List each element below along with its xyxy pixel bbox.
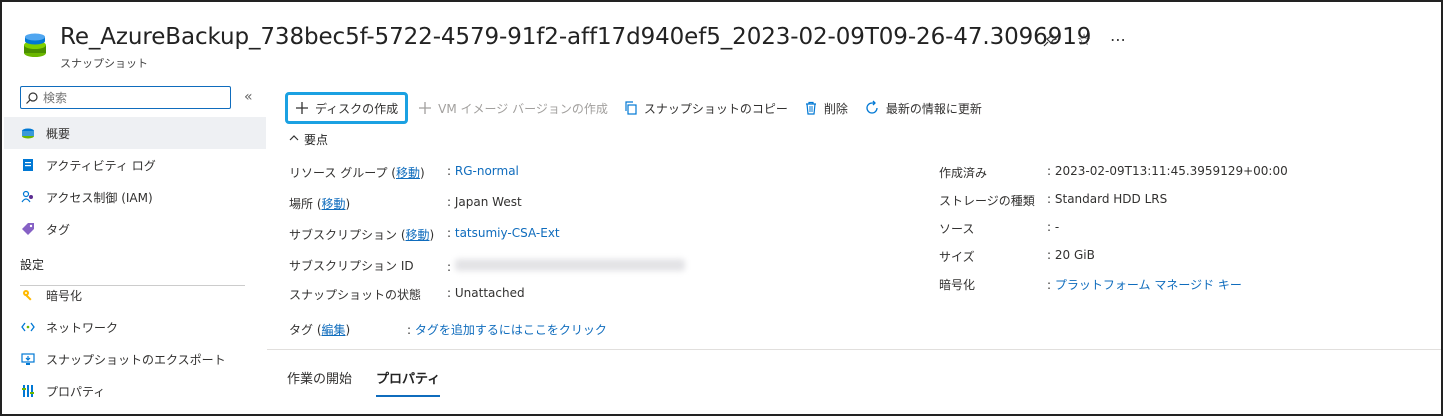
sidebar-item-label: ネットワーク [46,320,119,335]
created-value: 2023-02-09T13:11:45.3959129+00:00 [1054,164,1288,178]
sidebar-item-overview[interactable]: 概要 [4,117,266,149]
create-vm-image-label: VM イメージ バージョンの作成 [438,101,608,116]
network-icon [20,319,36,335]
delete-button[interactable]: 削除 [798,92,854,124]
encryption-row: 暗号化 : プラットフォーム マネージド キー [939,278,1242,292]
snapshot-resource-icon [21,33,49,61]
move-link[interactable]: 移動 [396,166,420,180]
sidebar-nav: 概要 アクティビティ ログ アクセス制御 (IAM) タグ 設定 暗号化 ネット… [4,117,266,407]
search-input[interactable] [43,90,213,105]
encryption-value[interactable]: プラットフォーム マネージド キー [1055,278,1242,292]
source-row: ソース : - [939,220,1060,236]
subscription-label: サブスクリプション (移動) [289,228,435,242]
move-link[interactable]: 移動 [406,228,430,242]
trash-icon [804,101,818,115]
sidebar-item-encryption[interactable]: 暗号化 [4,279,266,311]
copy-snapshot-label: スナップショットのコピー [643,101,788,116]
sidebar-item-label: スナップショットのエクスポート [46,352,226,367]
portal-frame: Re_AzureBackup_738bec5f-5722-4579-91f2-a… [0,0,1443,416]
subscription-id-row: サブスクリプション ID : [289,257,685,274]
sidebar-item-export-snapshot[interactable]: スナップショットのエクスポート [4,343,266,375]
size-value: 20 GiB [1054,248,1095,262]
create-vm-image-version-button[interactable]: VM イメージ バージョンの作成 [412,92,614,124]
resource-group-value[interactable]: RG-normal [455,164,519,178]
search-icon [26,91,38,104]
pin-icon[interactable] [1042,32,1058,47]
sidebar-item-label: 概要 [46,126,71,141]
tab-get-started[interactable]: 作業の開始 [287,368,352,397]
properties-icon [20,383,36,399]
iam-icon [20,189,36,205]
chevron-up-icon [289,133,299,146]
copy-snapshot-button[interactable]: スナップショットのコピー [618,92,794,124]
add-tags-link[interactable]: タグを追加するにはここをクリック [415,323,607,337]
sidebar-item-label: 暗号化 [46,288,83,303]
created-label: 作成済み [939,166,988,180]
encryption-label: 暗号化 [939,278,976,292]
size-label: サイズ [939,250,975,264]
sidebar-divider [20,285,245,286]
tag-icon [20,221,36,237]
subscription-row: サブスクリプション (移動) : tatsumiy-CSA-Ext [289,226,560,242]
sidebar-item-label: アクティビティ ログ [46,158,156,173]
subscription-id-redacted [454,259,685,271]
sidebar-item-label: タグ [46,222,71,237]
create-disk-button[interactable]: ディスクの作成 [285,92,409,124]
storage-type-value: Standard HDD LRS [1054,192,1168,206]
snapshot-state-row: スナップショットの状態 : Unattached [289,286,525,302]
move-link[interactable]: 移動 [322,197,346,211]
create-disk-label: ディスクの作成 [315,101,399,116]
location-value: Japan West [454,195,522,209]
sidebar-item-network[interactable]: ネットワーク [4,311,266,343]
plus-icon [295,101,309,115]
essentials-toggle[interactable]: 要点 [289,131,328,148]
sidebar-search-box[interactable] [20,86,231,109]
essentials-label: 要点 [304,133,329,147]
resource-group-label: リソース グループ (移動) [289,166,425,180]
star-icon[interactable]: ☆ [1076,30,1092,49]
subscription-value[interactable]: tatsumiy-CSA-Ext [455,226,560,240]
sidebar-item-iam[interactable]: アクセス制御 (IAM) [4,181,266,213]
tags-row: タグ (編集) : タグを追加するにはここをクリック [289,323,607,337]
command-bar: ディスクの作成 VM イメージ バージョンの作成 スナップショットのコピー 削除… [285,91,992,125]
encryption-icon [20,287,36,303]
location-row: 場所 (移動) : Japan West [289,195,522,211]
sidebar-item-tags[interactable]: タグ [4,213,266,245]
page-title: Re_AzureBackup_738bec5f-5722-4579-91f2-a… [60,24,1092,50]
content-tabs: 作業の開始 プロパティ [287,368,464,397]
refresh-icon [864,100,880,116]
resource-type-label: スナップショット [60,57,148,70]
edit-tags-link[interactable]: 編集 [322,323,346,337]
more-icon[interactable]: ⋯ [1110,30,1126,49]
delete-label: 削除 [823,101,848,116]
refresh-label: 最新の情報に更新 [885,101,982,116]
snapshot-state-value: Unattached [454,286,525,300]
collapse-sidebar-button[interactable]: « [244,89,253,105]
plus-icon [418,101,432,115]
sidebar-item-properties[interactable]: プロパティ [4,375,266,407]
export-icon [20,351,36,367]
refresh-button[interactable]: 最新の情報に更新 [858,92,988,124]
copy-icon [624,101,638,115]
location-label: 場所 (移動) [289,197,351,211]
essentials-divider [267,349,1441,350]
sidebar-item-activity-log[interactable]: アクティビティ ログ [4,149,266,181]
sidebar-item-label: プロパティ [46,384,106,399]
subscription-id-label: サブスクリプション ID [289,259,414,273]
created-row: 作成済み : 2023-02-09T13:11:45.3959129+00:00 [939,164,1288,180]
activity-log-icon [20,157,36,173]
source-label: ソース [939,222,975,236]
storage-type-label: ストレージの種類 [939,194,1035,208]
source-value: - [1054,220,1060,234]
overview-icon [20,125,36,141]
sidebar-section-settings: 設定 [20,257,45,272]
resource-group-row: リソース グループ (移動) : RG-normal [289,164,519,180]
tab-properties[interactable]: プロパティ [376,368,441,397]
snapshot-state-label: スナップショットの状態 [289,288,422,302]
storage-type-row: ストレージの種類 : Standard HDD LRS [939,192,1168,208]
size-row: サイズ : 20 GiB [939,248,1095,264]
sidebar-item-label: アクセス制御 (IAM) [46,190,153,205]
